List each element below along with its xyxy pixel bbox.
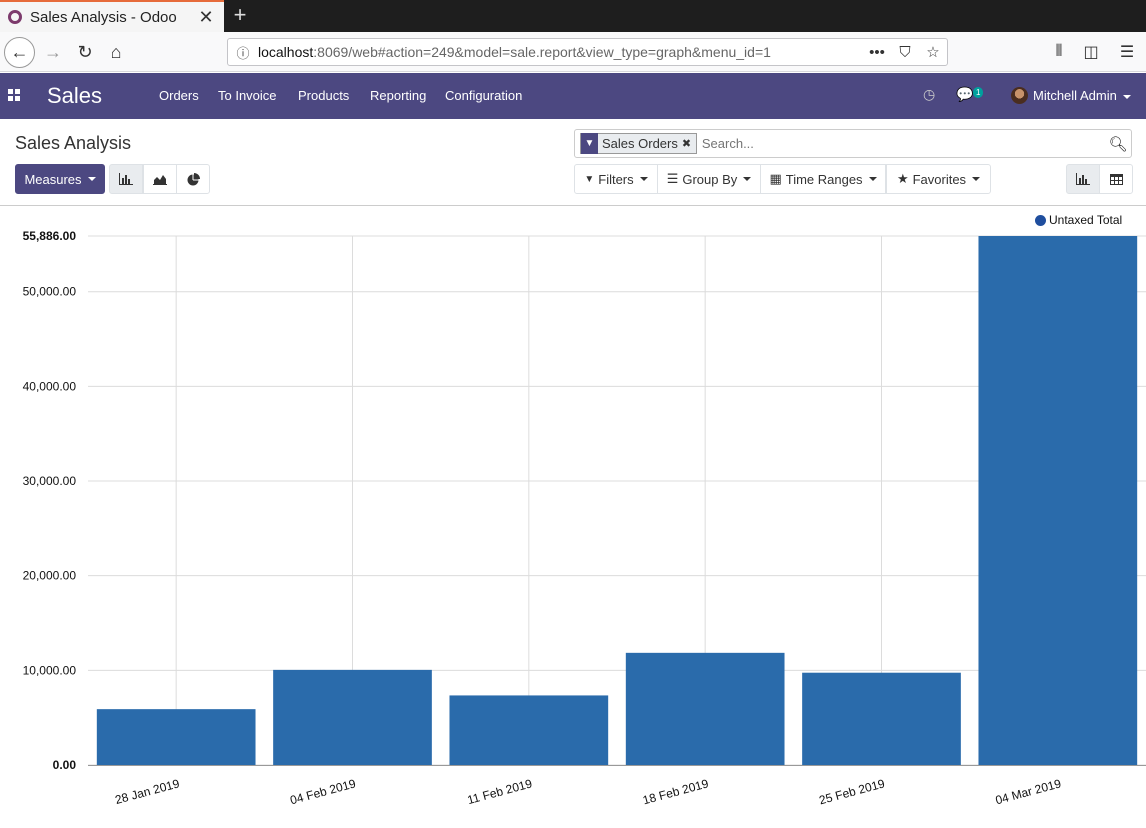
group-by-label: Group By (682, 171, 738, 187)
menu-orders[interactable]: Orders (159, 88, 199, 103)
x-tick-label: 04 Mar 2019 (994, 776, 1063, 807)
bar (96, 709, 256, 765)
apps-menu-icon[interactable] (8, 89, 22, 103)
user-name: Mitchell Admin (1033, 88, 1117, 103)
bar (625, 652, 785, 765)
avatar[interactable] (1011, 87, 1028, 104)
bar (273, 669, 432, 765)
group-by-button[interactable]: ☰ Group By (657, 164, 761, 194)
pie-chart-icon (187, 172, 200, 185)
menu-reporting[interactable]: Reporting (370, 88, 426, 103)
menu-configuration[interactable]: Configuration (445, 88, 522, 103)
new-tab-icon[interactable]: + (228, 2, 252, 30)
y-tick-label: 10,000.00 (23, 663, 77, 677)
menu-icon[interactable]: ☰ (1112, 37, 1142, 67)
time-ranges-button[interactable]: ▦ Time Ranges (760, 164, 886, 194)
menu-to-invoice[interactable]: To Invoice (218, 88, 277, 103)
y-tick-label: 30,000.00 (23, 474, 77, 488)
caret-down-icon (868, 177, 877, 181)
search-input[interactable] (701, 136, 1105, 151)
bar-chart-button[interactable] (109, 164, 143, 194)
line-chart-button[interactable] (143, 164, 177, 194)
caret-down-icon (743, 177, 752, 181)
bar-chart-icon (1076, 173, 1090, 185)
measures-button[interactable]: Measures (15, 164, 105, 194)
x-tick-label: 28 Jan 2019 (114, 776, 182, 807)
y-tick-label: 0.00 (53, 758, 77, 772)
y-tick-label: 55,886.00 (23, 229, 77, 243)
control-panel: Sales Analysis Measures ▼ Sales Orders ✖… (0, 119, 1146, 206)
caret-down-icon (972, 177, 981, 181)
x-tick-label: 04 Feb 2019 (289, 776, 358, 807)
page-actions-icon[interactable]: ••• (863, 44, 891, 61)
reload-button[interactable]: ↻ (70, 37, 100, 67)
measures-label: Measures (24, 171, 82, 187)
bar (978, 236, 1138, 765)
home-button[interactable]: ⌂ (101, 37, 131, 67)
bars-icon: ☰ (666, 171, 679, 186)
x-tick-label: 25 Feb 2019 (818, 776, 887, 807)
close-tab-icon[interactable]: ✕ (194, 7, 218, 28)
table-icon (1109, 173, 1123, 185)
filters-label: Filters (598, 171, 634, 187)
facet-value: Sales Orders (602, 136, 678, 151)
funnel-icon: ▼ (584, 173, 595, 185)
caret-down-icon (87, 177, 96, 181)
address-bar[interactable]: ⓘ localhost:8069/web#action=249&model=sa… (227, 38, 948, 66)
browser-tab-strip: Sales Analysis - Odoo ✕ + (0, 0, 1146, 32)
y-tick-label: 50,000.00 (23, 285, 77, 299)
filter-facet: ▼ Sales Orders ✖ (580, 133, 697, 154)
caret-down-icon (1122, 94, 1131, 99)
odoo-favicon-icon (8, 10, 22, 24)
search-bar: ▼ Sales Orders ✖ 🔍︎ (574, 129, 1132, 158)
site-info-icon[interactable]: ⓘ (228, 43, 258, 62)
url-host: localhost (258, 44, 314, 60)
time-ranges-label: Time Ranges (785, 171, 863, 187)
browser-tab[interactable]: Sales Analysis - Odoo ✕ (0, 0, 224, 32)
y-tick-label: 40,000.00 (23, 379, 77, 393)
filters-button[interactable]: ▼ Filters (574, 164, 658, 194)
app-brand[interactable]: Sales (47, 83, 102, 109)
favorites-button[interactable]: ★ Favorites (886, 164, 991, 194)
sidebar-icon[interactable]: ◫ (1076, 37, 1106, 67)
chat-bubble-icon[interactable]: 💬 (956, 86, 973, 103)
bookmark-star-icon[interactable]: ☆ (919, 43, 947, 61)
x-tick-label: 11 Feb 2019 (466, 776, 534, 807)
pivot-view-button[interactable] (1099, 164, 1133, 194)
area-chart-icon (153, 175, 167, 185)
browser-toolbar: ← → ↻ ⌂ ⓘ localhost:8069/web#action=249&… (0, 32, 1146, 72)
y-tick-label: 20,000.00 (23, 569, 77, 583)
bar-chart-icon (119, 173, 133, 185)
x-tick-label: 18 Feb 2019 (641, 776, 710, 807)
tab-title: Sales Analysis - Odoo (30, 8, 177, 26)
user-menu[interactable]: Mitchell Admin (1033, 88, 1131, 103)
activity-clock-icon[interactable]: ◷ (923, 86, 935, 103)
page-title: Sales Analysis (15, 133, 132, 153)
forward-button[interactable]: → (38, 37, 68, 67)
bar (449, 695, 609, 765)
search-icon[interactable]: 🔍︎ (1105, 135, 1131, 153)
bar (802, 672, 961, 765)
pocket-icon[interactable]: ⛉ (891, 44, 919, 61)
pie-chart-button[interactable] (176, 164, 210, 194)
calendar-icon: ▦ (769, 171, 782, 186)
url-path: :8069/web#action=249&model=sale.report&v… (313, 44, 771, 60)
filter-funnel-icon: ▼ (581, 133, 598, 154)
favorites-label: Favorites (912, 171, 967, 187)
graph-view-button[interactable] (1066, 164, 1100, 194)
sales-bar-chart: 0.00 10,000.00 20,000.00 30,000.00 40,000.00… (23, 229, 1146, 807)
library-icon[interactable]: ⫴ (1044, 37, 1074, 67)
star-icon: ★ (896, 171, 909, 186)
remove-facet-icon[interactable]: ✖ (682, 137, 696, 150)
menu-products[interactable]: Products (298, 88, 349, 103)
caret-down-icon (639, 177, 648, 181)
back-button[interactable]: ← (4, 37, 35, 68)
url-text[interactable]: localhost:8069/web#action=249&model=sale… (258, 44, 863, 60)
